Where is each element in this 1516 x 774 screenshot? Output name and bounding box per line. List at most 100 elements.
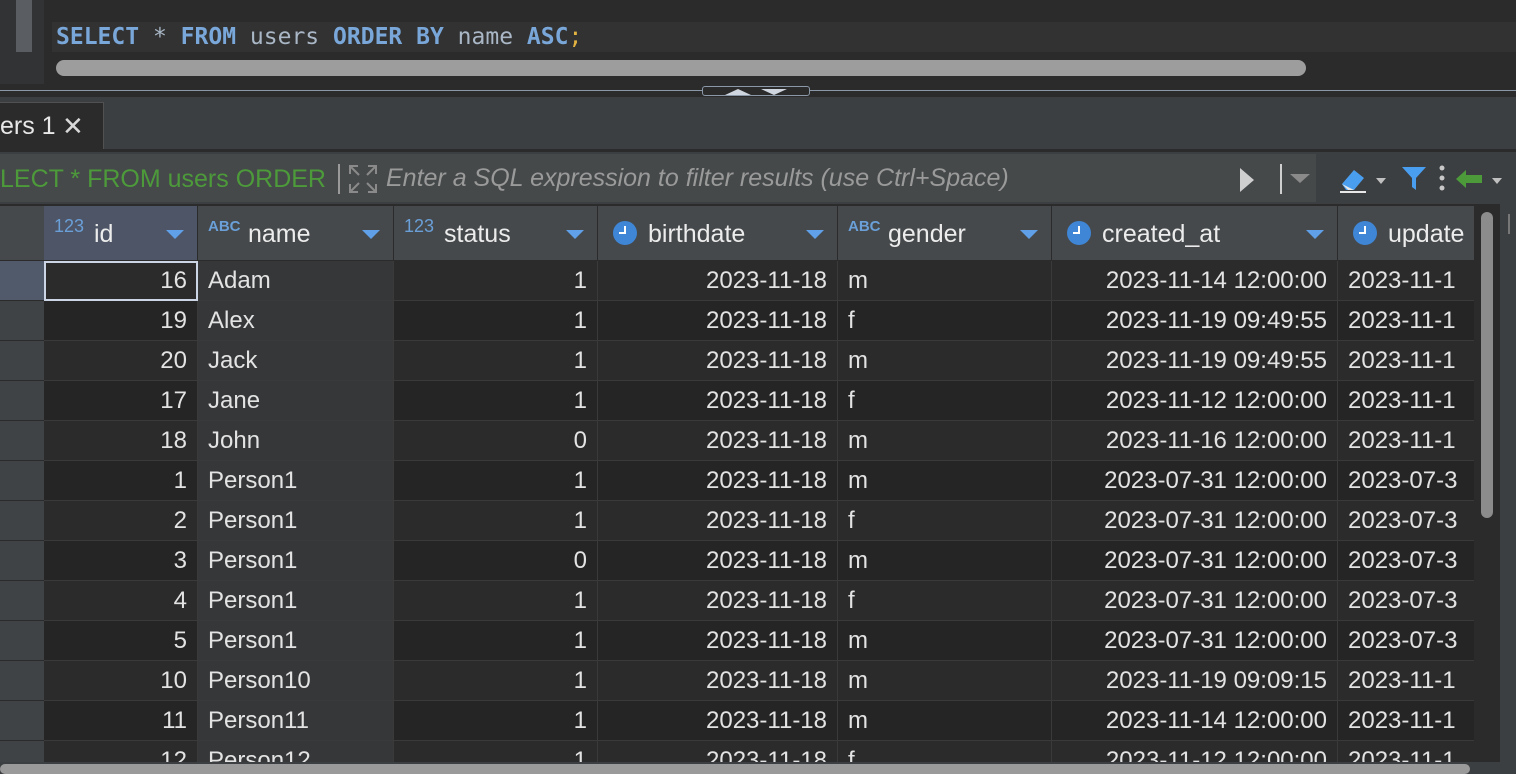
column-header-created_at[interactable]: created_at (1052, 206, 1338, 261)
cell-created_at[interactable]: 2023-11-12 12:00:00 (1052, 741, 1338, 762)
close-icon[interactable]: ✕ (62, 109, 84, 143)
apply-filter-icon[interactable] (1240, 168, 1254, 192)
maximize-up-icon[interactable] (725, 89, 751, 95)
cell-updated_at[interactable]: 2023-11-1 (1338, 341, 1474, 381)
cell-created_at[interactable]: 2023-11-14 12:00:00 (1052, 261, 1338, 301)
cell-gender[interactable]: m (838, 421, 1052, 461)
cell-birthdate[interactable]: 2023-11-18 (598, 581, 838, 621)
cell-status[interactable]: 1 (394, 461, 598, 501)
cell-birthdate[interactable]: 2023-11-18 (598, 381, 838, 421)
cell-birthdate[interactable]: 2023-11-18 (598, 701, 838, 741)
table-row[interactable]: 10 Person10 1 2023-11-18 m 2023-11-19 09:09:1… (0, 661, 1474, 701)
row-header-corner[interactable] (0, 206, 44, 261)
cell-updated_at[interactable]: 2023-07-3 (1338, 621, 1474, 661)
cell-birthdate[interactable]: 2023-11-18 (598, 341, 838, 381)
cell-updated_at[interactable]: 2023-11-1 (1338, 381, 1474, 421)
filter-expression-input[interactable] (386, 158, 1236, 198)
eraser-icon[interactable] (1338, 164, 1368, 194)
cell-created_at[interactable]: 2023-11-16 12:00:00 (1052, 421, 1338, 461)
column-sort-icon[interactable] (806, 230, 824, 239)
cell-updated_at[interactable]: 2023-07-3 (1338, 541, 1474, 581)
column-sort-icon[interactable] (1020, 230, 1038, 239)
column-sort-icon[interactable] (1306, 230, 1324, 239)
cell-birthdate[interactable]: 2023-11-18 (598, 501, 838, 541)
cell-updated_at[interactable]: 2023-11-1 (1338, 421, 1474, 461)
expand-editor-icon[interactable] (348, 164, 378, 194)
table-row[interactable]: 1 Person1 1 2023-11-18 m 2023-07-31 12:00:00 2… (0, 461, 1474, 501)
cell-updated_at[interactable]: 2023-11-1 (1338, 701, 1474, 741)
editor-horizontal-scrollbar[interactable] (56, 60, 1306, 76)
cell-birthdate[interactable]: 2023-11-18 (598, 661, 838, 701)
sql-query-text[interactable]: SELECT * FROM users ORDER BY name ASC; (56, 22, 582, 52)
cell-name[interactable]: Person1 (198, 581, 394, 621)
history-back-icon[interactable] (1454, 166, 1486, 192)
cell-id[interactable]: 19 (44, 301, 198, 341)
cell-status[interactable]: 0 (394, 421, 598, 461)
cell-status[interactable]: 1 (394, 621, 598, 661)
cell-id[interactable]: 3 (44, 541, 198, 581)
column-header-status[interactable]: 123 status (394, 206, 598, 261)
cell-birthdate[interactable]: 2023-11-18 (598, 741, 838, 762)
grid-horizontal-scrollbar[interactable] (0, 762, 1516, 774)
results-grid[interactable]: 123 id ABC name 123 status birthdate ABC gender c… (0, 206, 1474, 762)
vertical-scroll-thumb[interactable] (1481, 212, 1493, 518)
cell-name[interactable]: Person1 (198, 621, 394, 661)
cell-id[interactable]: 17 (44, 381, 198, 421)
cell-created_at[interactable]: 2023-07-31 12:00:00 (1052, 501, 1338, 541)
cell-gender[interactable]: f (838, 381, 1052, 421)
sql-editor[interactable]: SELECT * FROM users ORDER BY name ASC; (0, 0, 1516, 84)
cell-name[interactable]: Person1 (198, 461, 394, 501)
cell-id[interactable]: 16 (44, 261, 198, 301)
cell-status[interactable]: 1 (394, 261, 598, 301)
table-row[interactable]: 5 Person1 1 2023-11-18 m 2023-07-31 12:00:00 2… (0, 621, 1474, 661)
cell-updated_at[interactable]: 2023-07-3 (1338, 461, 1474, 501)
column-header-id[interactable]: 123 id (44, 206, 198, 261)
cell-created_at[interactable]: 2023-11-14 12:00:00 (1052, 701, 1338, 741)
more-options-icon[interactable] (1438, 164, 1446, 192)
eraser-dropdown-icon[interactable] (1376, 178, 1386, 184)
cell-id[interactable]: 5 (44, 621, 198, 661)
cell-status[interactable]: 0 (394, 541, 598, 581)
cell-id[interactable]: 1 (44, 461, 198, 501)
cell-gender[interactable]: m (838, 341, 1052, 381)
table-row[interactable]: 2 Person1 1 2023-11-18 f 2023-07-31 12:00:00 2… (0, 501, 1474, 541)
cell-gender[interactable]: f (838, 741, 1052, 762)
column-header-name[interactable]: ABC name (198, 206, 394, 261)
cell-gender[interactable]: m (838, 701, 1052, 741)
cell-updated_at[interactable]: 2023-11-1 (1338, 741, 1474, 762)
cell-created_at[interactable]: 2023-11-19 09:49:55 (1052, 301, 1338, 341)
cell-birthdate[interactable]: 2023-11-18 (598, 461, 838, 501)
cell-created_at[interactable]: 2023-07-31 12:00:00 (1052, 581, 1338, 621)
cell-created_at[interactable]: 2023-07-31 12:00:00 (1052, 461, 1338, 501)
grid-vertical-scrollbar[interactable] (1478, 208, 1496, 760)
cell-gender[interactable]: m (838, 661, 1052, 701)
column-sort-icon[interactable] (362, 230, 380, 239)
table-row[interactable]: 4 Person1 1 2023-11-18 f 2023-07-31 12:00:00 2… (0, 581, 1474, 621)
tab-results[interactable]: ers 1 ✕ (0, 102, 104, 149)
cell-birthdate[interactable]: 2023-11-18 (598, 541, 838, 581)
cell-created_at[interactable]: 2023-07-31 12:00:00 (1052, 541, 1338, 581)
cell-updated_at[interactable]: 2023-07-3 (1338, 581, 1474, 621)
column-header-updated_at[interactable]: update (1338, 206, 1474, 261)
cell-status[interactable]: 1 (394, 381, 598, 421)
filter-history-dropdown-icon[interactable] (1290, 174, 1310, 183)
cell-birthdate[interactable]: 2023-11-18 (598, 621, 838, 661)
cell-gender[interactable]: m (838, 261, 1052, 301)
table-row[interactable]: 19 Alex 1 2023-11-18 f 2023-11-19 09:49:55 202… (0, 301, 1474, 341)
cell-id[interactable]: 10 (44, 661, 198, 701)
cell-updated_at[interactable]: 2023-11-1 (1338, 261, 1474, 301)
cell-birthdate[interactable]: 2023-11-18 (598, 261, 838, 301)
cell-created_at[interactable]: 2023-11-19 09:09:15 (1052, 661, 1338, 701)
table-row[interactable]: 3 Person1 0 2023-11-18 m 2023-07-31 12:00:00 2… (0, 541, 1474, 581)
cell-gender[interactable]: f (838, 501, 1052, 541)
panel-splitter[interactable] (0, 86, 1516, 96)
cell-status[interactable]: 1 (394, 581, 598, 621)
filter-funnel-icon[interactable] (1400, 164, 1428, 192)
cell-gender[interactable]: m (838, 621, 1052, 661)
cell-id[interactable]: 20 (44, 341, 198, 381)
cell-name[interactable]: Person1 (198, 501, 394, 541)
cell-updated_at[interactable]: 2023-07-3 (1338, 501, 1474, 541)
cell-status[interactable]: 1 (394, 501, 598, 541)
cell-gender[interactable]: f (838, 301, 1052, 341)
cell-created_at[interactable]: 2023-11-12 12:00:00 (1052, 381, 1338, 421)
